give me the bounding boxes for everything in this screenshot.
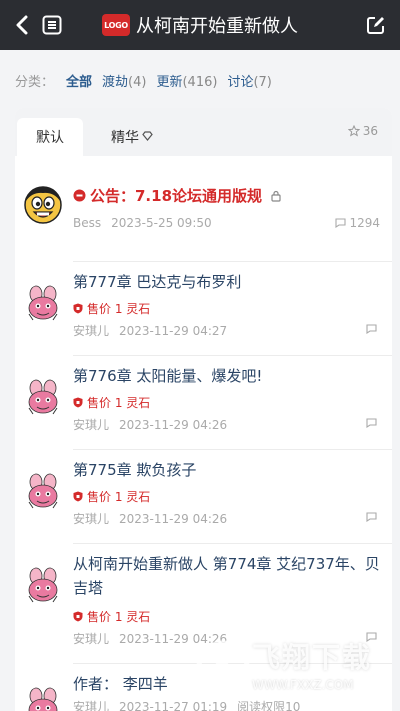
diamond-icon	[142, 129, 153, 145]
shield-icon	[73, 611, 83, 622]
announcement-icon	[73, 185, 86, 209]
comment-count: 1294	[335, 216, 380, 230]
post-title: 第777章 巴达克与布罗利	[73, 273, 242, 291]
post-price: 售价 1 灵石	[73, 300, 150, 317]
avatar	[23, 184, 63, 224]
post-price: 售价 1 灵石	[73, 488, 150, 505]
post-date: 2023-11-29 04:26	[119, 512, 228, 526]
watermark-text: 飞翔下载	[252, 641, 373, 674]
shield-icon	[73, 303, 83, 314]
category-filter: 分类： 全部 渡劫(4) 更新(416) 讨论(7)	[0, 62, 400, 98]
comment-count-value: 1294	[349, 216, 380, 230]
comment-icon	[335, 218, 347, 228]
post-author: 安琪儿	[73, 418, 110, 432]
comment-icon	[366, 512, 380, 522]
post-price-text: 售价 1 灵石	[87, 396, 151, 410]
lock-icon	[271, 185, 281, 209]
edit-icon[interactable]	[362, 11, 390, 39]
post-price: 售价 1 灵石	[73, 608, 150, 625]
watermark-url: WWW.FXXZ.COM	[252, 678, 354, 692]
post-price-text: 售价 1 灵石	[87, 302, 151, 316]
post-author: 安琪儿	[73, 632, 110, 646]
post-title: 从柯南开始重新做人 第774章 艾纪737年、贝吉塔	[73, 555, 380, 597]
filter-option-dujie[interactable]: 渡劫(4)	[102, 71, 146, 90]
list-menu-icon[interactable]	[38, 10, 66, 40]
top-bar: LOGO 从柯南开始重新做人	[0, 0, 400, 50]
avatar	[23, 284, 63, 324]
tab-default[interactable]: 默认	[17, 118, 83, 156]
avatar	[23, 566, 63, 606]
post-date: 2023-5-25 09:50	[111, 216, 212, 230]
post-author: Bess	[73, 216, 102, 230]
post-meta: 安琪儿 2023-11-29 04:26	[73, 510, 237, 527]
post-date: 2023-11-29 04:26	[119, 418, 228, 432]
watermark-logo-icon	[196, 640, 250, 694]
post-author: 安琪儿	[73, 700, 110, 711]
post-date: 2023-11-29 04:27	[119, 324, 228, 338]
comment-icon	[366, 418, 380, 428]
tab-featured-label: 精华	[111, 130, 139, 146]
favorite-count[interactable]: 36	[347, 124, 378, 138]
list-item[interactable]: 第775章 欺负孩子 售价 1 灵石 安琪儿 2023-11-29 04:26	[15, 450, 392, 544]
shield-icon	[73, 397, 83, 408]
avatar	[23, 378, 63, 418]
post-price-text: 售价 1 灵石	[87, 610, 151, 624]
shield-icon	[73, 491, 83, 502]
post-price: 售价 1 灵石	[73, 394, 150, 411]
star-icon	[347, 125, 360, 137]
page-title: LOGO 从柯南开始重新做人	[102, 11, 298, 39]
post-meta: 安琪儿 2023-11-29 04:26	[73, 416, 237, 433]
filter-label: 分类：	[15, 74, 55, 90]
list-item[interactable]: 第776章 太阳能量、爆发吧! 售价 1 灵石 安琪儿 2023-11-29 04…	[15, 356, 392, 450]
post-author: 安琪儿	[73, 512, 110, 526]
filter-option-discuss[interactable]: 讨论(7)	[227, 71, 271, 90]
comment-icon	[366, 324, 380, 334]
favorite-count-value: 36	[362, 124, 378, 138]
forum-logo: LOGO	[102, 14, 130, 36]
sort-tabs: 默认 精华 36	[15, 108, 392, 156]
post-title: 第775章 欺负孩子	[73, 461, 197, 479]
thread-list-card: 默认 精华 36 公告：7.18论坛通用版规 Bess 2023-5-25 09…	[15, 108, 392, 711]
post-price-text: 售价 1 灵石	[87, 490, 151, 504]
post-title: 第776章 太阳能量、爆发吧!	[73, 367, 263, 385]
filter-option-all[interactable]: 全部	[66, 71, 92, 90]
list-item[interactable]: 第777章 巴达克与布罗利 售价 1 灵石 安琪儿 2023-11-29 04:2…	[15, 262, 392, 356]
forum-title: 从柯南开始重新做人	[136, 16, 298, 37]
announcement-meta: Bess 2023-5-25 09:50	[73, 216, 222, 230]
announcement-title: 公告：7.18论坛通用版规	[73, 184, 382, 209]
avatar	[23, 686, 63, 711]
tab-featured[interactable]: 精华	[101, 118, 163, 156]
back-arrow-icon[interactable]	[8, 9, 36, 41]
announcement-title-text: 公告：7.18论坛通用版规	[90, 187, 263, 205]
avatar	[23, 472, 63, 512]
post-meta: 安琪儿 2023-11-29 04:27	[73, 322, 237, 339]
announcement-row[interactable]: 公告：7.18论坛通用版规 Bess 2023-5-25 09:50 1294	[15, 178, 392, 262]
post-author: 安琪儿	[73, 324, 110, 338]
filter-option-update[interactable]: 更新(416)	[156, 71, 217, 90]
watermark: 飞翔下载 WWW.FXXZ.COM	[196, 634, 396, 704]
